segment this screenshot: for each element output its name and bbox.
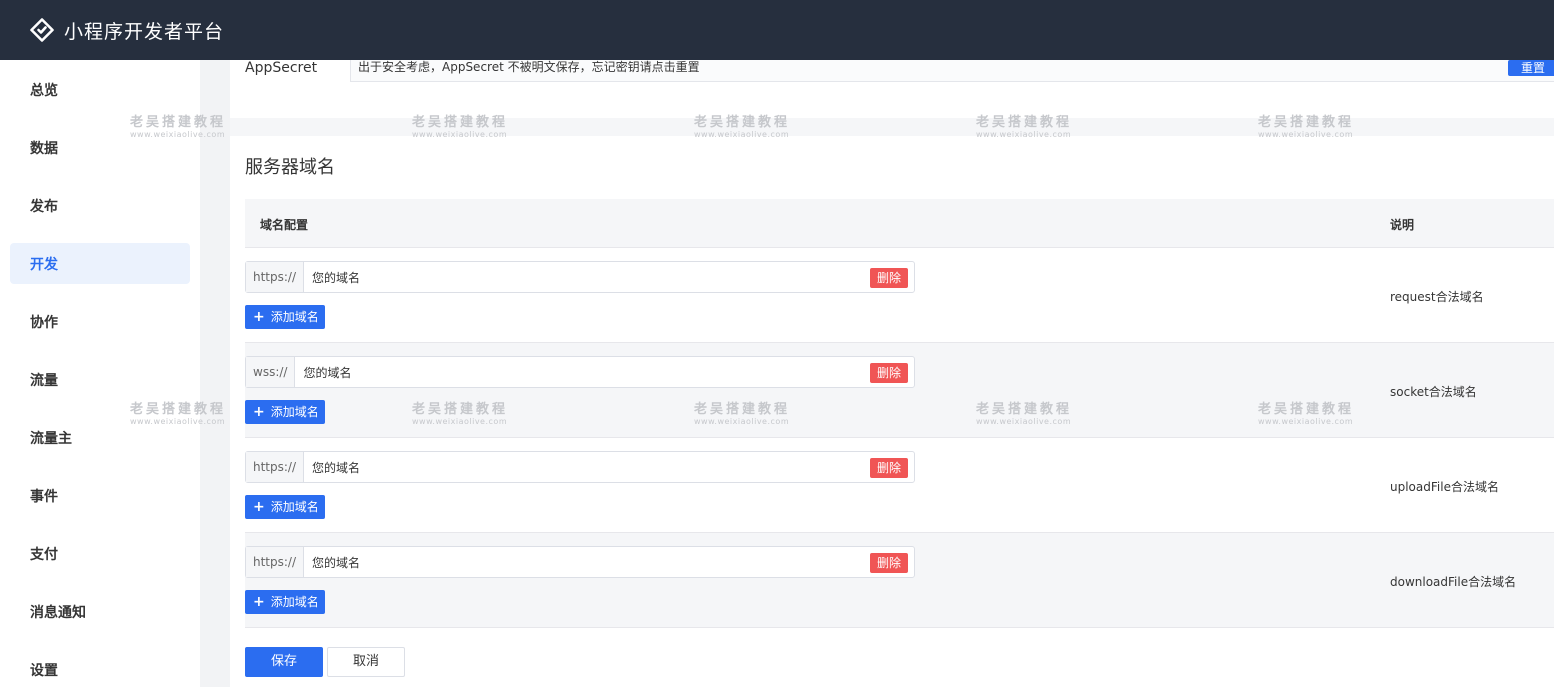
delete-button[interactable]: 删除	[869, 363, 908, 383]
app-title: 小程序开发者平台	[64, 20, 225, 43]
plus-icon: +	[253, 404, 265, 420]
plus-icon: +	[253, 499, 265, 515]
sidebar-item-label: 设置	[30, 662, 58, 679]
top-bar: 小程序开发者平台	[0, 0, 1554, 60]
row-description: socket合法域名	[1390, 385, 1477, 399]
sidebar-item-events[interactable]: 事件	[10, 475, 190, 516]
row-description: downloadFile合法域名	[1390, 575, 1517, 589]
delete-button[interactable]: 删除	[869, 268, 908, 288]
section-title: 服务器域名	[245, 157, 335, 178]
sidebar-item-label: 总览	[30, 82, 58, 99]
add-domain-button[interactable]: + 添加域名	[245, 590, 325, 614]
appsecret-hint: 出于安全考虑，AppSecret 不被明文保存，忘记密钥请点击重置	[358, 60, 700, 74]
sidebar-item-label: 流量	[30, 372, 58, 389]
domain-input[interactable]: wss:// 您的域名 删除	[245, 356, 915, 388]
table-row: wss:// 您的域名 删除 + 添加域名 socket合法域名	[245, 343, 1554, 438]
table-row: https:// 您的域名 删除 + 添加域名 request合法域名	[245, 248, 1554, 343]
sidebar-item-settings[interactable]: 设置	[10, 649, 190, 690]
delete-button[interactable]: 删除	[869, 458, 908, 478]
add-domain-button[interactable]: + 添加域名	[245, 495, 325, 519]
add-domain-button[interactable]: + 添加域名	[245, 305, 325, 329]
sidebar-item-collaborate[interactable]: 协作	[10, 301, 190, 342]
sidebar-item-label: 支付	[30, 546, 58, 563]
table-row: https:// 您的域名 删除 + 添加域名 uploadFile合法域名	[245, 438, 1554, 533]
add-domain-button[interactable]: + 添加域名	[245, 400, 325, 424]
table-row: https:// 您的域名 删除 + 添加域名 downloadFile合法域名	[245, 533, 1554, 628]
main-content: AppSecret 出于安全考虑，AppSecret 不被明文保存，忘记密钥请点…	[230, 60, 1554, 687]
sidebar-item-data[interactable]: 数据	[10, 127, 190, 168]
add-domain-label: 添加域名	[270, 405, 319, 419]
plus-icon: +	[253, 594, 265, 610]
sidebar: 总览 数据 发布 开发 协作 流量 流量主 事件 支付 消息通知 设置	[0, 60, 200, 687]
delete-button[interactable]: 删除	[869, 553, 908, 573]
domain-value[interactable]: 您的域名	[295, 364, 914, 381]
sidebar-item-label: 发布	[30, 198, 58, 215]
sidebar-item-label: 数据	[30, 140, 58, 157]
reset-button[interactable]: 重置	[1508, 60, 1554, 76]
sidebar-item-publish[interactable]: 发布	[10, 185, 190, 226]
domain-value[interactable]: 您的域名	[304, 269, 914, 286]
appsecret-field: 出于安全考虑，AppSecret 不被明文保存，忘记密钥请点击重置	[350, 60, 1554, 82]
content-gutter	[200, 60, 230, 687]
app-logo-icon	[30, 18, 54, 42]
save-button[interactable]: 保存	[245, 647, 323, 677]
sidebar-item-notifications[interactable]: 消息通知	[10, 591, 190, 632]
plus-icon: +	[253, 309, 265, 325]
sidebar-item-label: 开发	[30, 256, 58, 273]
sidebar-item-overview[interactable]: 总览	[10, 69, 190, 110]
add-domain-label: 添加域名	[270, 310, 319, 324]
sidebar-item-label: 消息通知	[30, 604, 86, 621]
column-header-config: 域名配置	[260, 218, 309, 232]
sidebar-item-label: 事件	[30, 488, 58, 505]
domain-input[interactable]: https:// 您的域名 删除	[245, 451, 915, 483]
protocol-prefix: https://	[246, 262, 305, 292]
domain-input[interactable]: https:// 您的域名 删除	[245, 261, 915, 293]
sidebar-item-develop[interactable]: 开发	[10, 243, 190, 284]
table-header: 域名配置 说明	[245, 199, 1554, 248]
watermark-band	[230, 118, 1554, 136]
cancel-button[interactable]: 取消	[327, 647, 405, 677]
row-description: uploadFile合法域名	[1390, 480, 1499, 494]
domain-value[interactable]: 您的域名	[304, 459, 914, 476]
domain-value[interactable]: 您的域名	[304, 554, 914, 571]
row-description: request合法域名	[1390, 290, 1484, 304]
column-header-desc: 说明	[1390, 218, 1415, 232]
protocol-prefix: https://	[246, 452, 305, 482]
appsecret-row: AppSecret 出于安全考虑，AppSecret 不被明文保存，忘记密钥请点…	[245, 60, 1554, 82]
sidebar-item-label: 流量主	[30, 430, 72, 447]
sidebar-item-label: 协作	[30, 314, 58, 331]
domain-input[interactable]: https:// 您的域名 删除	[245, 546, 915, 578]
appsecret-label: AppSecret	[245, 60, 318, 76]
protocol-prefix: wss://	[246, 357, 296, 387]
add-domain-label: 添加域名	[270, 500, 319, 514]
sidebar-item-traffic-owner[interactable]: 流量主	[10, 417, 190, 458]
add-domain-label: 添加域名	[270, 595, 319, 609]
sidebar-item-traffic[interactable]: 流量	[10, 359, 190, 400]
protocol-prefix: https://	[246, 547, 305, 577]
sidebar-item-payment[interactable]: 支付	[10, 533, 190, 574]
